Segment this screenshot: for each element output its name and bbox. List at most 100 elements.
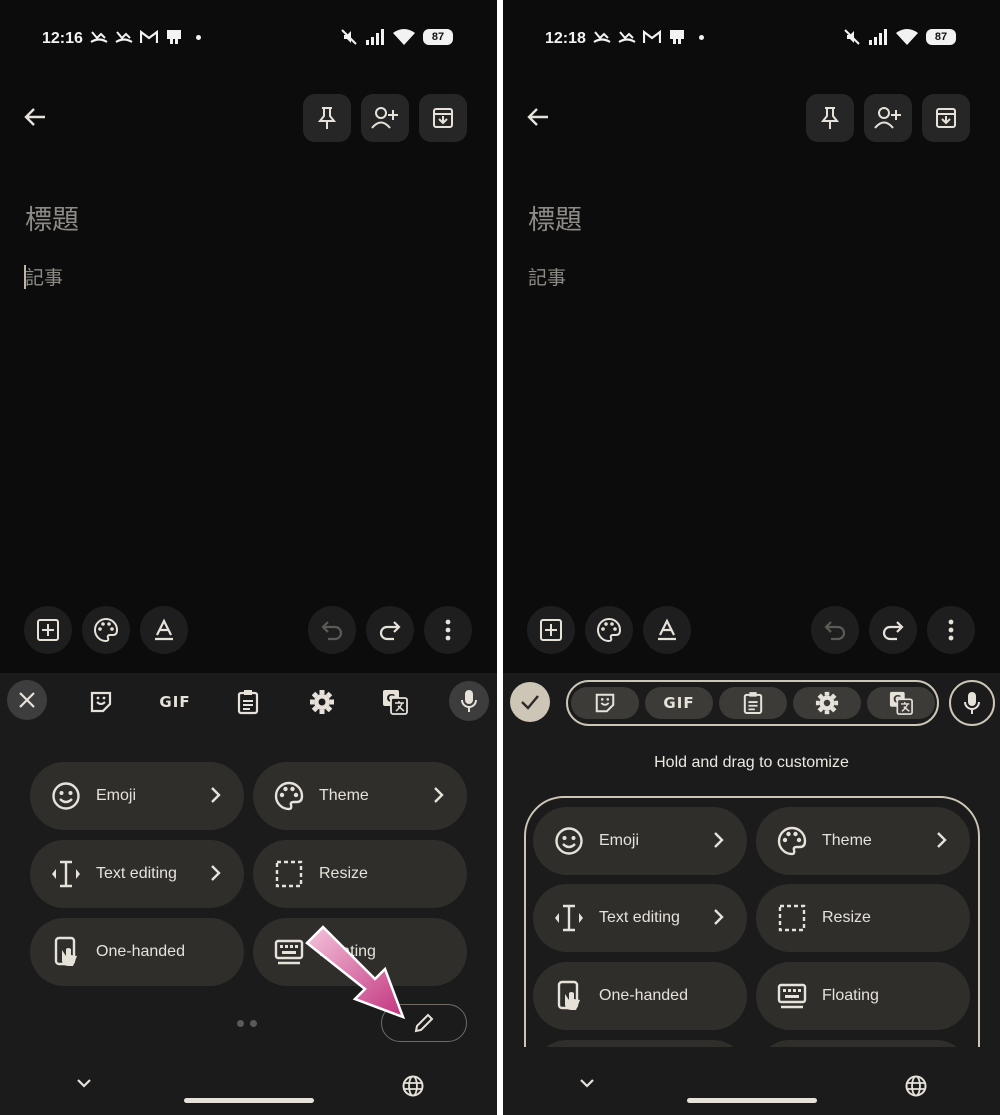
floating-chip[interactable]: Floating [756,962,970,1030]
note-body-field[interactable]: 記事 [24,263,63,290]
text-editing-label: Text editing [599,909,680,926]
gif-label: GIF [159,693,191,711]
hide-keyboard-button[interactable] [74,1076,94,1090]
dot-icon [196,34,201,40]
status-notification-icons [593,29,704,45]
battery-indicator: 87 [423,29,453,45]
add-content-button[interactable] [24,606,72,654]
missed-call-icon [90,31,108,43]
translate-button[interactable]: G [377,684,413,720]
emoji-label: Emoji [599,832,640,849]
translate-button[interactable]: G [867,687,935,719]
globe-icon[interactable] [905,1075,927,1097]
archive-button[interactable] [419,94,467,142]
redo-button[interactable] [366,606,414,654]
note-body-field[interactable]: 記事 [528,263,566,290]
add-content-button[interactable] [527,606,575,654]
emoji-chip[interactable]: Emoji [533,807,747,875]
undo-button[interactable] [308,606,356,654]
left-screenshot: 12:16 87 標題 記事 GIF Emoji Theme Text edit… [0,0,497,1115]
one-handed-label: One-handed [599,987,688,1004]
note-title-field[interactable]: 標題 [528,198,582,237]
gmail-icon [643,30,661,43]
settings-icon [815,691,839,715]
more-vert-icon [948,619,954,641]
back-button[interactable] [521,100,555,134]
translate-icon: G [383,690,408,715]
theme-chip[interactable]: Theme [253,762,467,830]
more-options-button[interactable] [927,606,975,654]
status-time: 12:16 [42,30,83,47]
mic-icon [461,690,477,712]
palette-icon [597,617,622,643]
emoji-label: Emoji [96,787,137,804]
more-options-button[interactable] [424,606,472,654]
status-time: 12:18 [545,30,586,47]
sticker-button[interactable] [571,687,639,719]
palette-icon [273,780,305,812]
add-collaborator-button[interactable] [864,94,912,142]
status-notification-icons [90,29,201,45]
theme-chip[interactable]: Theme [756,807,970,875]
chevron-right-icon [714,832,724,848]
status-system-icons: 87 [844,29,956,45]
pin-button[interactable] [303,94,351,142]
undo-button[interactable] [811,606,859,654]
settings-button[interactable] [793,687,861,719]
gif-label: GIF [663,694,695,712]
pin-button[interactable] [806,94,854,142]
back-button[interactable] [18,100,52,134]
close-menu-button[interactable] [7,680,47,720]
home-indicator[interactable] [687,1098,817,1103]
emoji-chip[interactable]: Emoji [30,762,244,830]
keyboard-icon [776,980,808,1012]
voice-input-button[interactable] [449,681,489,721]
chevron-right-icon [937,832,947,848]
globe-icon[interactable] [402,1075,424,1097]
one-handed-chip[interactable]: One-handed [533,962,747,1030]
palette-icon [776,825,808,857]
text-editing-chip[interactable]: Text editing [30,840,244,908]
check-icon [521,695,539,710]
floating-label: Floating [822,987,879,1004]
resize-chip[interactable]: Resize [253,840,467,908]
redo-button[interactable] [869,606,917,654]
page-indicator [237,1020,257,1027]
battery-indicator: 87 [926,29,956,45]
add-collaborator-button[interactable] [361,94,409,142]
sticker-icon [90,691,112,713]
one-handed-icon [50,936,82,968]
note-title-field[interactable]: 標題 [25,198,79,237]
add-person-icon [371,107,398,129]
background-color-button[interactable] [82,606,130,654]
back-arrow-icon [527,108,548,126]
app-icon [167,30,181,44]
translate-icon: G [889,691,913,715]
emoji-icon [553,825,585,857]
resize-icon [776,902,808,934]
text-editing-chip[interactable]: Text editing [533,884,747,952]
resize-chip[interactable]: Resize [756,884,970,952]
hide-keyboard-button[interactable] [577,1076,597,1090]
clipboard-button[interactable] [230,684,266,720]
undo-icon [321,621,343,641]
text-format-button[interactable] [643,606,691,654]
sticker-button[interactable] [83,684,119,720]
keyboard-icon [273,936,305,968]
clipboard-button[interactable] [719,687,787,719]
done-button[interactable] [510,682,550,722]
voice-input-button[interactable] [949,680,995,726]
background-color-button[interactable] [585,606,633,654]
archive-icon [433,108,453,128]
archive-button[interactable] [922,94,970,142]
gif-button[interactable]: GIF [152,684,198,720]
text-format-button[interactable] [140,606,188,654]
gif-button[interactable]: GIF [645,687,713,719]
signal-icon [869,29,887,45]
close-icon [19,692,35,708]
one-handed-chip[interactable]: One-handed [30,918,244,986]
home-indicator[interactable] [184,1098,314,1103]
chevron-right-icon [434,787,444,803]
settings-button[interactable] [304,684,340,720]
resize-label: Resize [319,865,368,882]
